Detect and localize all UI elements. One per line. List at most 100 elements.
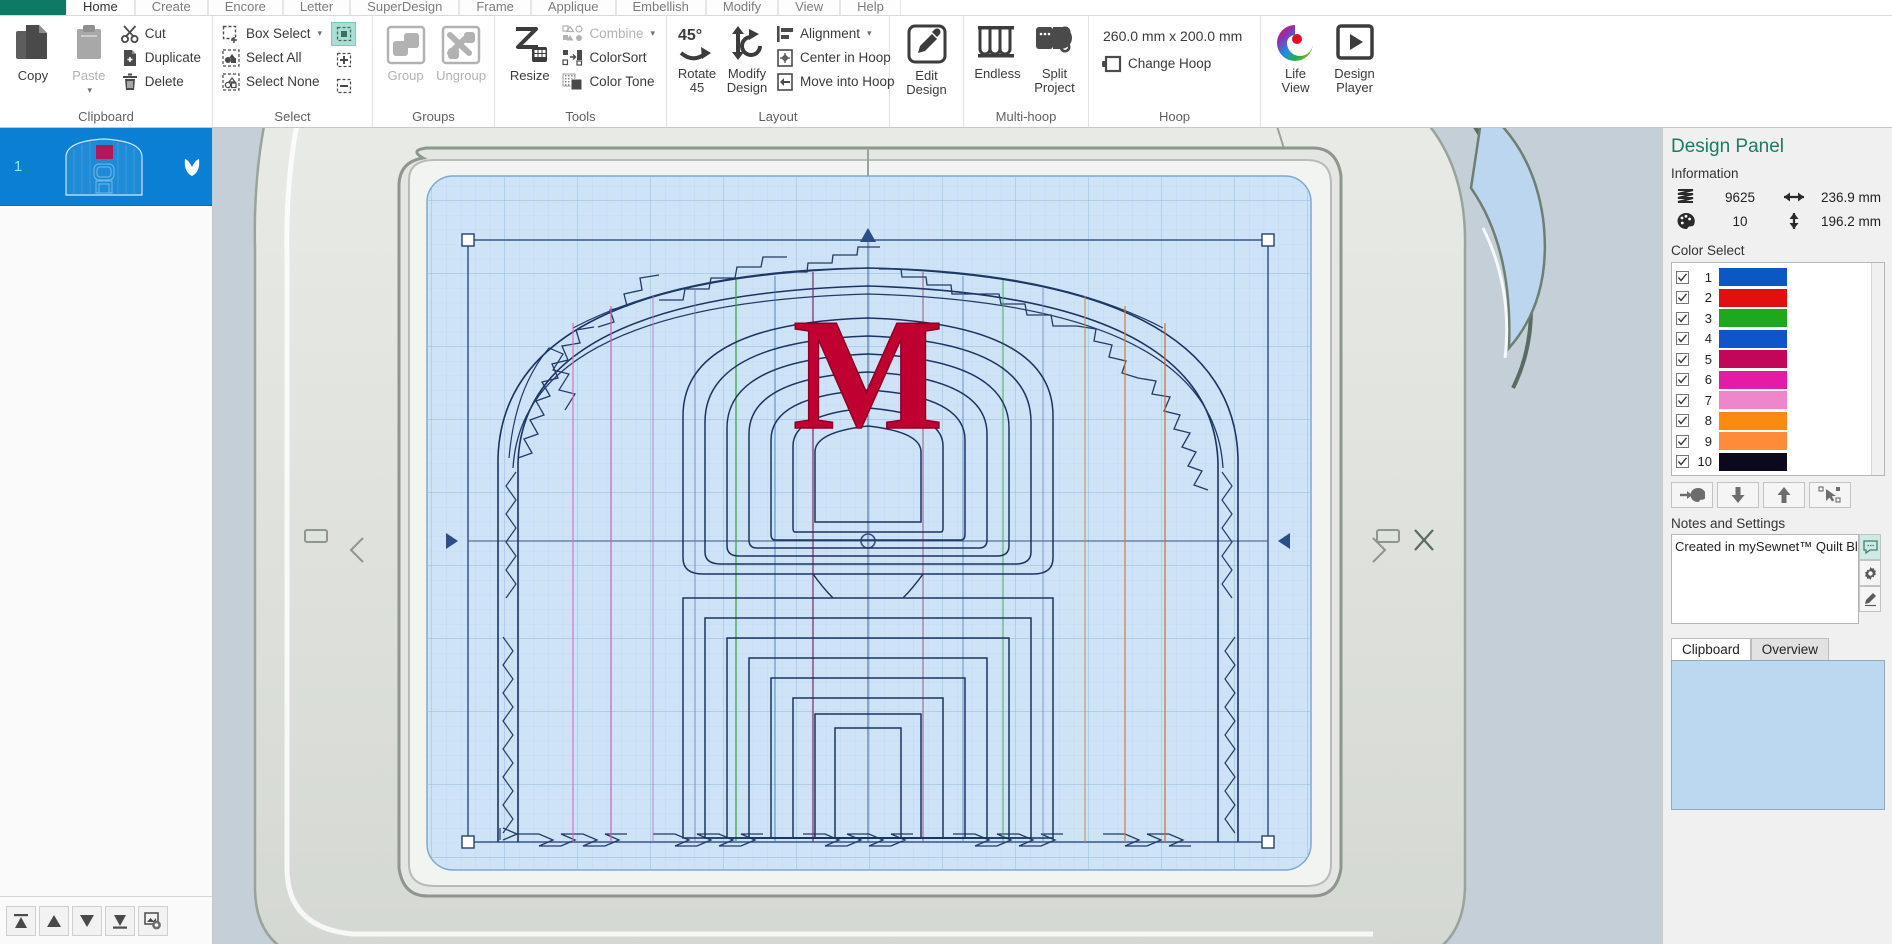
color-index: 2 (1704, 290, 1712, 306)
tab-frame[interactable]: Frame (459, 0, 531, 15)
duplicate-button[interactable]: Duplicate (118, 46, 206, 69)
change-color-button[interactable] (1671, 482, 1713, 508)
edit-notes-button[interactable] (1859, 586, 1881, 612)
alignment-caret-icon[interactable]: ▾ (867, 28, 872, 39)
color-swatch[interactable] (1719, 288, 1787, 307)
color-visible-checkbox[interactable] (1676, 270, 1689, 284)
tab-modify[interactable]: Modify (705, 0, 779, 15)
colorsort-button[interactable]: ColorSort (560, 46, 660, 69)
clipboard-preview-area[interactable] (1671, 660, 1885, 810)
tab-create[interactable]: Create (134, 0, 208, 15)
color-row[interactable]: 8 (1676, 411, 1884, 432)
color-row[interactable]: 4 (1676, 329, 1884, 350)
app-menu-accent[interactable] (0, 0, 66, 15)
replace-selection-button[interactable] (331, 22, 357, 46)
paste-button[interactable]: Paste ▾ (62, 20, 116, 97)
color-row[interactable]: 10 (1676, 452, 1884, 473)
color-row[interactable]: 9 (1676, 431, 1884, 452)
move-into-hoop-button[interactable]: Move into Hoop (773, 70, 900, 93)
color-visible-checkbox[interactable] (1676, 352, 1689, 366)
color-row[interactable]: 2 (1676, 288, 1884, 309)
split-project-button[interactable]: Split Project (1027, 20, 1082, 95)
select-color-block-button[interactable] (1809, 482, 1851, 508)
alignment-button[interactable]: Alignment ▾ (773, 22, 900, 45)
modify-design-button[interactable]: Modify Design (723, 20, 771, 95)
tab-help[interactable]: Help (840, 0, 901, 15)
tab-superdesign[interactable]: SuperDesign (350, 0, 460, 15)
move-to-end-button[interactable] (105, 905, 135, 936)
color-visible-checkbox[interactable] (1676, 414, 1689, 428)
cut-button[interactable]: Cut (118, 22, 206, 45)
box-select-caret-icon[interactable]: ▾ (318, 28, 323, 39)
tab-encore[interactable]: Encore (207, 0, 283, 15)
design-preview-toggle-button[interactable] (138, 905, 168, 936)
filmstrip-item-1[interactable]: 1 (0, 128, 212, 206)
tab-clipboard[interactable]: Clipboard (1671, 638, 1751, 660)
box-select-button[interactable]: Box Select ▾ (219, 22, 327, 45)
paste-caret-icon[interactable]: ▾ (88, 83, 93, 97)
color-select-list[interactable]: 1 2 3 4 5 6 7 8 9 10 (1671, 262, 1885, 476)
color-swatch[interactable] (1719, 268, 1787, 287)
change-hoop-button[interactable]: Change Hoop (1099, 52, 1216, 75)
resize-button[interactable]: Resize (501, 20, 558, 83)
color-swatch[interactable] (1719, 309, 1787, 328)
design-type-flower-icon (172, 155, 212, 179)
colortone-button[interactable]: Color Tone (560, 70, 660, 93)
color-visible-checkbox[interactable] (1676, 455, 1689, 469)
settings-button[interactable] (1859, 560, 1881, 586)
move-color-down-button[interactable] (1717, 482, 1759, 508)
ungroup-button[interactable]: Ungroup (434, 20, 488, 83)
color-visible-checkbox[interactable] (1676, 291, 1689, 305)
color-row[interactable]: 7 (1676, 390, 1884, 411)
endless-button[interactable]: Endless (970, 20, 1025, 81)
color-visible-checkbox[interactable] (1676, 434, 1689, 448)
color-visible-checkbox[interactable] (1676, 373, 1689, 387)
tab-overview[interactable]: Overview (1750, 638, 1830, 660)
color-row[interactable]: 5 (1676, 349, 1884, 370)
color-swatch[interactable] (1719, 411, 1787, 430)
design-canvas[interactable]: M (213, 128, 1662, 944)
notes-button[interactable] (1859, 534, 1881, 560)
gear-icon (1864, 566, 1876, 580)
combine-caret-icon[interactable]: ▾ (650, 28, 655, 39)
color-swatch[interactable] (1719, 329, 1787, 348)
color-visible-checkbox[interactable] (1676, 393, 1689, 407)
color-row[interactable]: 6 (1676, 370, 1884, 391)
move-up-button[interactable] (39, 905, 69, 936)
copy-button[interactable]: Copy (6, 20, 60, 83)
color-swatch[interactable] (1719, 391, 1787, 410)
group-button[interactable]: Group (379, 20, 432, 83)
move-to-start-button[interactable] (6, 905, 36, 936)
color-visible-checkbox[interactable] (1676, 332, 1689, 346)
color-swatch[interactable] (1719, 370, 1787, 389)
notes-textarea[interactable]: Created in mySewnet™ Quilt Block (1671, 534, 1859, 624)
tab-view[interactable]: View (778, 0, 841, 15)
color-row[interactable]: 1 (1676, 267, 1884, 288)
color-list-scrollbar[interactable] (1871, 263, 1884, 475)
tab-embellish[interactable]: Embellish (615, 0, 706, 15)
color-visible-checkbox[interactable] (1676, 311, 1689, 325)
delete-button[interactable]: Delete (118, 70, 206, 93)
edit-design-button[interactable]: Edit Design (898, 20, 956, 97)
rotate-45-button[interactable]: 45° Rotate 45 (673, 20, 721, 95)
center-in-hoop-button[interactable]: Center in Hoop (773, 46, 900, 69)
select-all-button[interactable]: Select All (219, 46, 327, 69)
color-row[interactable]: 3 (1676, 308, 1884, 329)
tab-home[interactable]: Home (66, 0, 135, 15)
design-player-button[interactable]: Design Player (1326, 20, 1383, 95)
remove-from-selection-button[interactable] (331, 74, 356, 98)
move-color-up-button[interactable] (1763, 482, 1805, 508)
tab-applique[interactable]: Applique (530, 0, 616, 15)
color-swatch[interactable] (1719, 452, 1787, 471)
canvas-svg[interactable]: M (213, 128, 1662, 944)
move-down-button[interactable] (72, 905, 102, 936)
color-swatch[interactable] (1719, 350, 1787, 369)
combine-button[interactable]: Combine ▾ (560, 22, 660, 45)
add-to-selection-button[interactable] (331, 48, 356, 72)
color-swatch[interactable] (1719, 432, 1787, 451)
select-none-button[interactable]: Select None (219, 70, 327, 93)
tab-letter[interactable]: Letter (282, 0, 351, 15)
life-view-button[interactable]: Life View (1267, 20, 1324, 95)
design-filmstrip[interactable]: 1 (0, 128, 213, 896)
color-index: 8 (1704, 413, 1712, 429)
